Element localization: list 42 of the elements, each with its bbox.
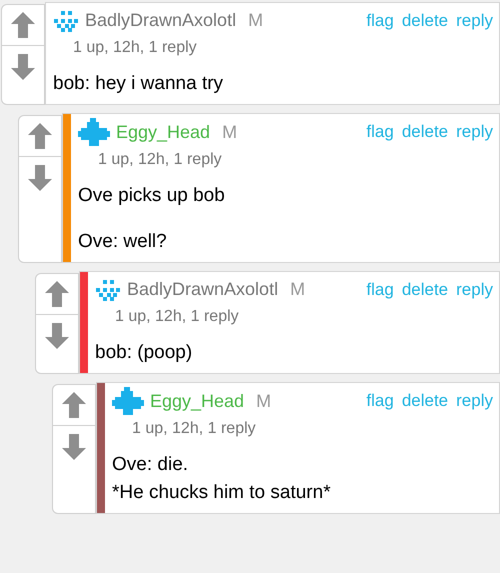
username[interactable]: BadlyDrawnAxolotl [127,276,278,303]
action-link[interactable]: delete [402,8,448,34]
action-link[interactable]: flag [366,8,394,34]
up-arrow-icon [28,123,52,149]
comment-text: bob: hey i wanna try [53,72,224,96]
action-link[interactable]: reply [456,276,493,302]
comment-meta: 1 up, 12h, 1 reply [131,419,257,439]
comment-text: bob: (poop) [95,341,194,365]
down-arrow-icon [11,54,35,80]
pixel-avatar-icon [95,278,121,300]
comment-meta: 1 up, 12h, 1 reply [72,38,198,58]
action-link[interactable]: flag [366,119,394,145]
mod-label: M [222,120,238,144]
up-arrow-icon [62,392,86,418]
username[interactable]: BadlyDrawnAxolotl [85,7,236,34]
action-link[interactable]: delete [402,388,448,414]
comment-text: Ove picks up bob [78,184,226,208]
username[interactable]: Eggy_Head [116,118,210,146]
action-link[interactable]: flag [366,276,394,302]
up-arrow-icon [45,281,69,307]
pixel-avatar-icon [112,387,144,415]
action-link[interactable]: delete [402,276,448,302]
down-arrow-icon [45,322,69,348]
comment-text: Ove: well? [78,230,168,254]
pixel-avatar-icon [53,10,79,32]
mod-label: M [256,390,272,412]
down-arrow-icon [28,164,52,190]
mod-label: M [290,278,306,301]
comment-meta: 1 up, 12h, 1 reply [97,150,223,170]
action-link[interactable]: reply [456,119,493,145]
down-arrow-icon [62,434,86,460]
username[interactable]: Eggy_Head [150,388,244,414]
action-link[interactable]: reply [456,388,493,414]
comment-text: Ove: die. [112,453,190,477]
action-link[interactable]: flag [366,388,394,414]
comment-text: *He chucks him to saturn* [112,481,332,505]
up-arrow-icon [11,12,35,38]
action-link[interactable]: reply [456,8,493,34]
action-link[interactable]: delete [402,119,448,145]
mod-label: M [248,9,264,32]
comment-meta: 1 up, 12h, 1 reply [114,307,240,327]
pixel-avatar-icon [78,118,110,146]
